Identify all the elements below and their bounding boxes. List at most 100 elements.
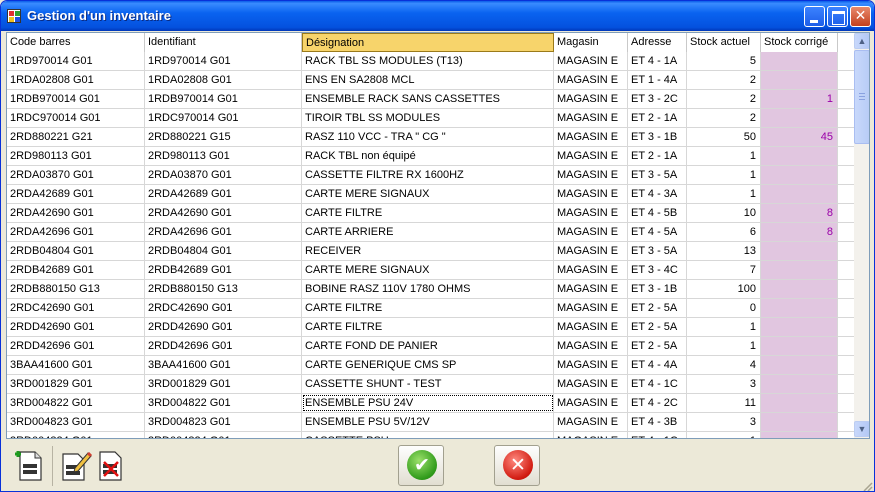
stock-corrige-cell[interactable] (761, 432, 838, 438)
identifiant-cell[interactable]: 1RDC970014 G01 (145, 109, 302, 127)
magasin-cell[interactable]: MAGASIN E (554, 52, 628, 70)
column-header-identifiant[interactable]: Identifiant (145, 33, 302, 52)
stock-corrige-cell[interactable] (761, 318, 838, 336)
vertical-scrollbar[interactable]: ▲ ▼ (854, 33, 869, 438)
scroll-up-button[interactable]: ▲ (854, 33, 869, 49)
stock-actuel-cell[interactable]: 1 (687, 185, 761, 203)
magasin-cell[interactable]: MAGASIN E (554, 356, 628, 374)
table-row[interactable]: 2RDB04804 G01 2RDB04804 G01 RECEIVER MAGASI… (7, 242, 855, 261)
stock-actuel-cell[interactable]: 5 (687, 52, 761, 70)
identifiant-cell[interactable]: 2RDC42690 G01 (145, 299, 302, 317)
adresse-cell[interactable]: ET 1 - 4A (628, 71, 687, 89)
adresse-cell[interactable]: ET 3 - 5A (628, 242, 687, 260)
identifiant-cell[interactable]: 2RD880221 G15 (145, 128, 302, 146)
column-header-adresse[interactable]: Adresse (628, 33, 687, 52)
code-barres-cell[interactable]: 1RD970014 G01 (7, 52, 145, 70)
table-row[interactable]: 2RD880221 G21 2RD880221 G15 RASZ 110 VCC -… (7, 128, 855, 147)
stock-corrige-cell[interactable] (761, 147, 838, 165)
stock-actuel-cell[interactable]: 1 (687, 166, 761, 184)
magasin-cell[interactable]: MAGASIN E (554, 261, 628, 279)
maximize-button[interactable] (827, 6, 848, 27)
stock-corrige-cell[interactable] (761, 356, 838, 374)
stock-actuel-cell[interactable]: 11 (687, 394, 761, 412)
stock-actuel-cell[interactable]: 4 (687, 356, 761, 374)
designation-cell[interactable]: RACK TBL non équipé (302, 147, 554, 165)
code-barres-cell[interactable]: 2RDB880150 G13 (7, 280, 145, 298)
adresse-cell[interactable]: ET 3 - 1B (628, 280, 687, 298)
magasin-cell[interactable]: MAGASIN E (554, 147, 628, 165)
stock-actuel-cell[interactable]: 3 (687, 375, 761, 393)
code-barres-cell[interactable]: 3RD004824 G01 (7, 432, 145, 438)
code-barres-cell[interactable]: 3BAA41600 G01 (7, 356, 145, 374)
adresse-cell[interactable]: ET 3 - 1B (628, 128, 687, 146)
table-row[interactable]: 1RDB970014 G01 1RDB970014 G01 ENSEMBLE RAC… (7, 90, 855, 109)
column-header-code-barres[interactable]: Code barres (7, 33, 145, 52)
edit-button[interactable] (57, 448, 93, 484)
identifiant-cell[interactable]: 2RDD42696 G01 (145, 337, 302, 355)
table-row[interactable]: 3RD004824 G013RD004824 G01CASSETTE PSUMA… (7, 432, 855, 438)
identifiant-cell[interactable]: 2RDA42689 G01 (145, 185, 302, 203)
app-icon[interactable] (7, 9, 21, 23)
stock-actuel-cell[interactable]: 2 (687, 90, 761, 108)
table-row[interactable]: 2RDA42689 G01 2RDA42689 G01 CARTE MERE SIG… (7, 185, 855, 204)
table-row[interactable]: 2RDD42696 G01 2RDD42696 G01 CARTE FOND DE … (7, 337, 855, 356)
scroll-down-button[interactable]: ▼ (854, 421, 869, 437)
close-button[interactable]: ✕ (850, 6, 871, 27)
identifiant-cell[interactable]: 1RD970014 G01 (145, 52, 302, 70)
designation-cell[interactable]: TIROIR TBL SS MODULES (302, 109, 554, 127)
magasin-cell[interactable]: MAGASIN E (554, 204, 628, 222)
stock-corrige-cell[interactable] (761, 394, 838, 412)
identifiant-cell[interactable]: 3RD001829 G01 (145, 375, 302, 393)
column-header-magasin[interactable]: Magasin (554, 33, 628, 52)
table-row[interactable]: 2RDD42690 G01 2RDD42690 G01 CARTE FILTRE MA… (7, 318, 855, 337)
magasin-cell[interactable]: MAGASIN E (554, 432, 628, 438)
stock-actuel-cell[interactable]: 0 (687, 299, 761, 317)
stock-actuel-cell[interactable]: 13 (687, 242, 761, 260)
stock-corrige-cell[interactable] (761, 166, 838, 184)
stock-corrige-cell[interactable] (761, 280, 838, 298)
magasin-cell[interactable]: MAGASIN E (554, 413, 628, 431)
code-barres-cell[interactable]: 2RD880221 G21 (7, 128, 145, 146)
magasin-cell[interactable]: MAGASIN E (554, 71, 628, 89)
stock-actuel-cell[interactable]: 6 (687, 223, 761, 241)
stock-actuel-cell[interactable]: 2 (687, 71, 761, 89)
code-barres-cell[interactable]: 2RD980113 G01 (7, 147, 145, 165)
magasin-cell[interactable]: MAGASIN E (554, 185, 628, 203)
stock-actuel-cell[interactable]: 3 (687, 413, 761, 431)
adresse-cell[interactable]: ET 2 - 5A (628, 299, 687, 317)
designation-cell[interactable]: ENSEMBLE PSU 5V/12V (302, 413, 554, 431)
stock-actuel-cell[interactable]: 7 (687, 261, 761, 279)
stock-corrige-cell[interactable] (761, 375, 838, 393)
adresse-cell[interactable]: ET 2 - 5A (628, 318, 687, 336)
identifiant-cell[interactable]: 2RDB04804 G01 (145, 242, 302, 260)
identifiant-cell[interactable]: 3RD004823 G01 (145, 413, 302, 431)
column-header-stock-corrige[interactable]: Stock corrigé (761, 33, 838, 52)
adresse-cell[interactable]: ET 2 - 1A (628, 109, 687, 127)
identifiant-cell[interactable]: 1RDB970014 G01 (145, 90, 302, 108)
table-row[interactable]: 3RD004823 G01 3RD004823 G01 ENSEMBLE PSU 5… (7, 413, 855, 432)
adresse-cell[interactable]: ET 2 - 5A (628, 337, 687, 355)
stock-corrige-cell[interactable] (761, 337, 838, 355)
inventory-grid[interactable]: Code barres Identifiant Désignation Maga… (6, 32, 870, 439)
code-barres-cell[interactable]: 2RDD42690 G01 (7, 318, 145, 336)
designation-cell[interactable]: CASSETTE FILTRE RX 1600HZ (302, 166, 554, 184)
code-barres-cell[interactable]: 2RDB42689 G01 (7, 261, 145, 279)
scroll-thumb[interactable] (854, 50, 869, 144)
code-barres-cell[interactable]: 3RD001829 G01 (7, 375, 145, 393)
designation-cell[interactable]: CARTE FILTRE (302, 299, 554, 317)
table-row[interactable]: 3RD004822 G01 3RD004822 G01 ENSEMBLE PSU 2… (7, 394, 855, 413)
designation-cell[interactable]: ENSEMBLE RACK SANS CASSETTES (302, 90, 554, 108)
identifiant-cell[interactable]: 2RDD42690 G01 (145, 318, 302, 336)
stock-actuel-cell[interactable]: 1 (687, 147, 761, 165)
delete-button[interactable] (94, 448, 130, 484)
adresse-cell[interactable]: ET 4 - 4A (628, 356, 687, 374)
adresse-cell[interactable]: ET 3 - 5A (628, 166, 687, 184)
column-header-stock-actuel[interactable]: Stock actuel (687, 33, 761, 52)
column-header-designation[interactable]: Désignation (302, 33, 554, 52)
magasin-cell[interactable]: MAGASIN E (554, 394, 628, 412)
identifiant-cell[interactable]: 3RD004824 G01 (145, 432, 302, 438)
adresse-cell[interactable]: ET 4 - 5A (628, 223, 687, 241)
designation-cell[interactable]: CARTE FILTRE (302, 204, 554, 222)
code-barres-cell[interactable]: 1RDA02808 G01 (7, 71, 145, 89)
designation-cell[interactable]: CARTE FILTRE (302, 318, 554, 336)
